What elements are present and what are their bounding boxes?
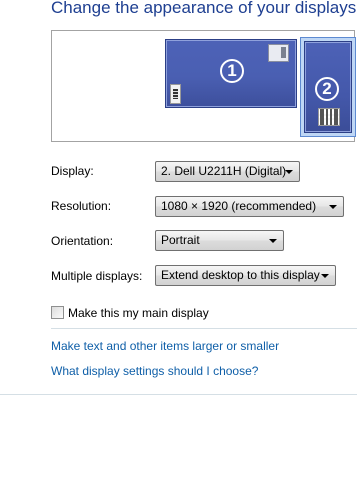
display-arrangement-preview: 1 2 bbox=[51, 30, 356, 142]
monitor-1[interactable]: 1 bbox=[165, 39, 297, 108]
display-label: Display: bbox=[51, 164, 94, 178]
display-select[interactable]: 2. Dell U2211H (Digital) bbox=[155, 161, 300, 182]
chevron-down-icon bbox=[321, 274, 329, 278]
monitor-2[interactable]: 2 bbox=[304, 41, 352, 133]
multiple-displays-select[interactable]: Extend desktop to this display bbox=[155, 265, 336, 286]
chevron-down-icon bbox=[269, 239, 277, 243]
main-display-option[interactable]: Make this my main display bbox=[51, 305, 209, 320]
main-display-checkbox[interactable] bbox=[51, 306, 64, 320]
chevron-down-icon bbox=[285, 170, 293, 174]
resolution-label: Resolution: bbox=[51, 199, 112, 213]
orientation-select-value: Portrait bbox=[161, 233, 200, 247]
text-size-link[interactable]: Make text and other items larger or smal… bbox=[51, 339, 279, 353]
orientation-select[interactable]: Portrait bbox=[155, 230, 284, 251]
section-divider bbox=[51, 328, 357, 329]
multiple-displays-label: Multiple displays: bbox=[51, 269, 143, 283]
monitor-number-badge: 2 bbox=[315, 77, 339, 101]
orientation-label: Orientation: bbox=[51, 234, 114, 248]
calculator-thumbnail-icon bbox=[318, 108, 340, 126]
chevron-down-icon bbox=[329, 205, 337, 209]
display-select-value: 2. Dell U2211H (Digital) bbox=[161, 164, 287, 178]
resolution-select-value: 1080 × 1920 (recommended) bbox=[161, 199, 317, 213]
display-settings-help-link[interactable]: What display settings should I choose? bbox=[51, 364, 258, 378]
resolution-select[interactable]: 1080 × 1920 (recommended) bbox=[155, 196, 344, 217]
page-title: Change the appearance of your displays bbox=[51, 0, 357, 17]
main-display-checkbox-label[interactable]: Make this my main display bbox=[68, 306, 209, 320]
section-divider bbox=[0, 394, 357, 395]
monitor-number-badge: 1 bbox=[220, 59, 244, 83]
window-thumbnail-icon bbox=[268, 44, 289, 62]
multiple-displays-select-value: Extend desktop to this display bbox=[161, 268, 320, 282]
gadget-thumbnail-icon bbox=[170, 84, 181, 104]
